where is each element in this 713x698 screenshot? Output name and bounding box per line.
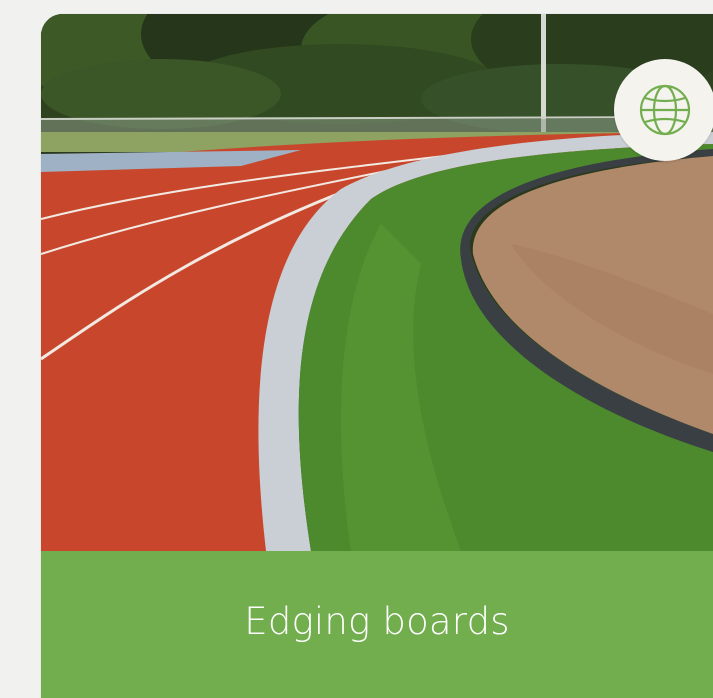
globe-badge[interactable]	[614, 59, 713, 161]
track-photo	[41, 14, 713, 551]
card-caption: Edging boards	[41, 551, 713, 698]
product-image	[41, 14, 713, 551]
globe-icon	[639, 84, 691, 136]
product-card[interactable]: Edging boards	[41, 14, 713, 698]
card-title[interactable]: Edging boards	[244, 600, 509, 643]
